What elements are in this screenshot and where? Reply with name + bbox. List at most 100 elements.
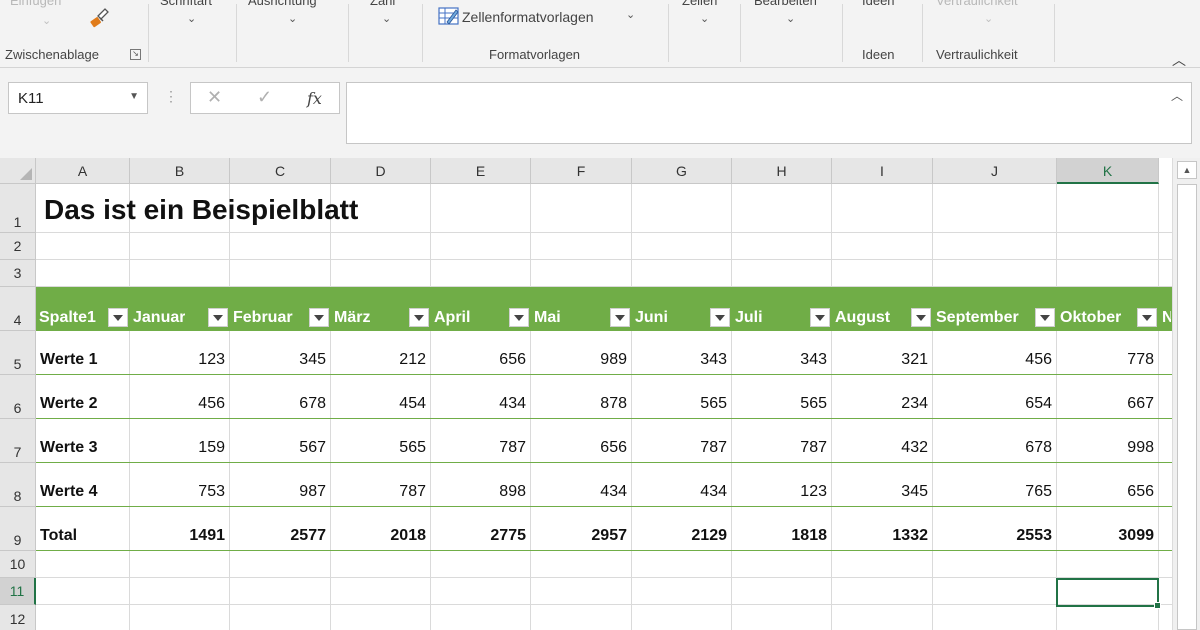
- value-cell[interactable]: 321: [832, 351, 928, 369]
- scroll-up-arrow-icon[interactable]: ▲: [1177, 161, 1197, 179]
- total-value-cell[interactable]: 3099: [1057, 527, 1154, 545]
- filter-dropdown-icon[interactable]: [309, 308, 329, 327]
- expand-formula-bar-icon[interactable]: ︿: [1171, 87, 1183, 104]
- collapse-ribbon-icon[interactable]: ︿: [1172, 50, 1186, 70]
- filter-dropdown-icon[interactable]: [1137, 308, 1157, 327]
- cells-button[interactable]: Zellen: [682, 0, 717, 8]
- value-cell[interactable]: 765: [933, 483, 1052, 501]
- column-header-h[interactable]: H: [732, 158, 832, 184]
- filter-dropdown-icon[interactable]: [710, 308, 730, 327]
- value-cell[interactable]: 656: [1057, 483, 1154, 501]
- filter-dropdown-icon[interactable]: [610, 308, 630, 327]
- cells-chevron-icon[interactable]: ⌄: [700, 12, 709, 25]
- value-cell[interactable]: 878: [531, 395, 627, 413]
- total-value-cell[interactable]: 1818: [732, 527, 827, 545]
- value-cell[interactable]: 159: [130, 439, 225, 457]
- enter-check-icon[interactable]: ✓: [257, 87, 272, 108]
- clipboard-dialog-launcher-icon[interactable]: ↘: [130, 49, 141, 60]
- row-header-4[interactable]: 4: [0, 287, 36, 331]
- filter-dropdown-icon[interactable]: [108, 308, 128, 327]
- value-cell[interactable]: 345: [230, 351, 326, 369]
- row-header-1[interactable]: 1: [0, 184, 36, 233]
- total-label[interactable]: Total: [40, 527, 77, 545]
- sensitivity-chevron-icon[interactable]: ⌄: [984, 12, 993, 25]
- alignment-chevron-icon[interactable]: ⌄: [288, 12, 297, 25]
- value-cell[interactable]: 667: [1057, 395, 1154, 413]
- row-header-5[interactable]: 5: [0, 331, 36, 375]
- value-cell[interactable]: 654: [933, 395, 1052, 413]
- filter-dropdown-icon[interactable]: [1035, 308, 1055, 327]
- insert-function-icon[interactable]: fx: [307, 89, 322, 108]
- row-header-6[interactable]: 6: [0, 375, 36, 419]
- number-chevron-icon[interactable]: ⌄: [382, 12, 391, 25]
- value-cell[interactable]: 343: [732, 351, 827, 369]
- select-all-button[interactable]: [0, 158, 36, 184]
- value-cell[interactable]: 432: [832, 439, 928, 457]
- value-cell[interactable]: 234: [832, 395, 928, 413]
- row-header-8[interactable]: 8: [0, 463, 36, 507]
- column-header-k[interactable]: K: [1057, 158, 1159, 184]
- ideas-button[interactable]: Ideen: [862, 0, 895, 8]
- value-cell[interactable]: 343: [632, 351, 727, 369]
- value-cell[interactable]: 456: [933, 351, 1052, 369]
- font-chevron-icon[interactable]: ⌄: [187, 12, 196, 25]
- value-cell[interactable]: 989: [531, 351, 627, 369]
- row-label[interactable]: Werte 4: [40, 483, 98, 501]
- worksheet-grid[interactable]: ABCDEFGHIJK 1 2 3 4 5 6 7 8 9 10 11 12 Das ist ein …: [0, 158, 1172, 630]
- cell-styles-chevron-icon[interactable]: ⌄: [626, 8, 635, 21]
- name-box-dropdown-icon[interactable]: ▼: [129, 91, 139, 102]
- format-painter-icon[interactable]: [88, 6, 112, 30]
- value-cell[interactable]: 565: [331, 439, 426, 457]
- value-cell[interactable]: 987: [230, 483, 326, 501]
- row-header-7[interactable]: 7: [0, 419, 36, 463]
- row-header-3[interactable]: 3: [0, 260, 36, 287]
- column-header-i[interactable]: I: [832, 158, 933, 184]
- row-header-11[interactable]: 11: [0, 578, 36, 605]
- value-cell[interactable]: 678: [230, 395, 326, 413]
- row-header-9[interactable]: 9: [0, 507, 36, 551]
- cell-styles-button[interactable]: Zellenformatvorlagen: [462, 9, 594, 25]
- value-cell[interactable]: 565: [732, 395, 827, 413]
- value-cell[interactable]: 787: [732, 439, 827, 457]
- number-button[interactable]: Zahl: [370, 0, 395, 8]
- formula-input[interactable]: ︿: [346, 82, 1192, 144]
- alignment-button[interactable]: Ausrichtung: [248, 0, 317, 8]
- value-cell[interactable]: 998: [1057, 439, 1154, 457]
- value-cell[interactable]: 565: [632, 395, 727, 413]
- total-value-cell[interactable]: 2957: [531, 527, 627, 545]
- active-cell-selection[interactable]: [1056, 578, 1159, 607]
- value-cell[interactable]: 787: [632, 439, 727, 457]
- column-header-c[interactable]: C: [230, 158, 331, 184]
- value-cell[interactable]: 787: [431, 439, 526, 457]
- filter-dropdown-icon[interactable]: [409, 308, 429, 327]
- column-header-j[interactable]: J: [933, 158, 1057, 184]
- editing-button[interactable]: Bearbeiten: [754, 0, 817, 8]
- value-cell[interactable]: 778: [1057, 351, 1154, 369]
- fill-handle[interactable]: [1154, 602, 1161, 609]
- paste-dropdown-chevron-icon[interactable]: ⌄: [42, 14, 51, 27]
- column-header-g[interactable]: G: [632, 158, 732, 184]
- filter-dropdown-icon[interactable]: [509, 308, 529, 327]
- total-value-cell[interactable]: 2775: [431, 527, 526, 545]
- value-cell[interactable]: 656: [531, 439, 627, 457]
- value-cell[interactable]: 345: [832, 483, 928, 501]
- column-header-b[interactable]: B: [130, 158, 230, 184]
- value-cell[interactable]: 123: [130, 351, 225, 369]
- row-label[interactable]: Werte 1: [40, 351, 98, 369]
- total-value-cell[interactable]: 2577: [230, 527, 326, 545]
- value-cell[interactable]: 434: [431, 395, 526, 413]
- total-value-cell[interactable]: 2553: [933, 527, 1052, 545]
- row-header-2[interactable]: 2: [0, 233, 36, 260]
- name-box[interactable]: K11 ▼: [8, 82, 148, 114]
- cancel-icon[interactable]: ✕: [207, 87, 222, 108]
- value-cell[interactable]: 753: [130, 483, 225, 501]
- row-header-10[interactable]: 10: [0, 551, 36, 578]
- value-cell[interactable]: 678: [933, 439, 1052, 457]
- value-cell[interactable]: 434: [531, 483, 627, 501]
- value-cell[interactable]: 212: [331, 351, 426, 369]
- total-value-cell[interactable]: 1332: [832, 527, 928, 545]
- vertical-scrollbar[interactable]: ▲: [1172, 158, 1200, 630]
- value-cell[interactable]: 656: [431, 351, 526, 369]
- font-button[interactable]: Schriftart: [160, 0, 212, 8]
- formula-bar-resize-handle[interactable]: ⋮: [164, 88, 178, 105]
